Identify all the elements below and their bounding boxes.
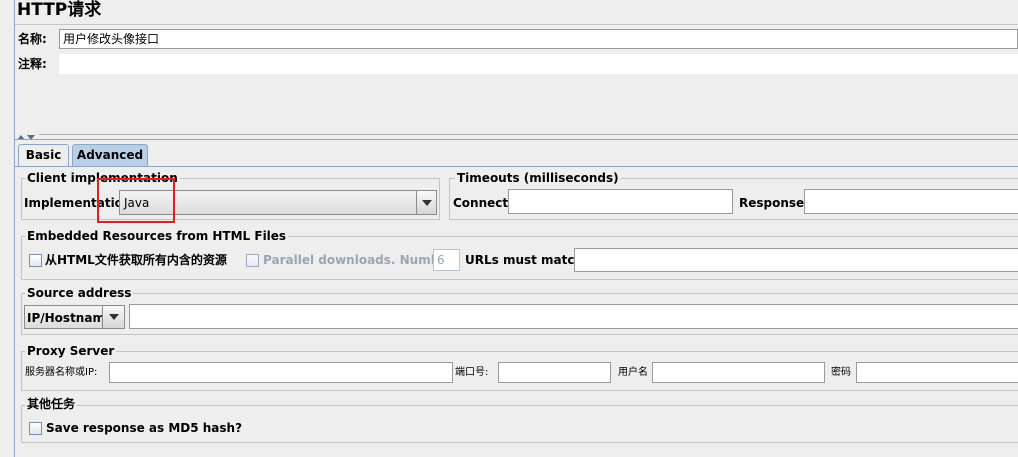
proxy-password-field[interactable] [856, 362, 1018, 383]
md5-hash-label: Save response as MD5 hash? [46, 421, 243, 435]
source-address-field[interactable] [129, 304, 1018, 329]
proxy-server-field[interactable] [109, 362, 453, 383]
retrieve-resources-label: 从HTML文件获取所有内含的资源 [45, 253, 227, 267]
name-label: 名称: [18, 32, 47, 46]
name-field[interactable]: 用户修改头像接口 [59, 29, 1018, 49]
highlight-box [97, 178, 175, 223]
urls-must-match-label: URLs must match: [465, 253, 588, 267]
tab-advanced[interactable]: Advanced [72, 144, 148, 167]
chevron-down-icon [422, 200, 432, 206]
source-type-select[interactable]: IP/Hostname [24, 305, 125, 329]
tab-basic[interactable]: Basic [18, 144, 69, 166]
proxy-server-label: 服务器名称或IP: [25, 367, 98, 378]
connect-label: Connect: [453, 196, 513, 210]
tab-content-border [15, 166, 1018, 167]
source-type-dropdown-button[interactable] [102, 306, 124, 328]
other-tasks-legend: 其他任务 [25, 397, 78, 411]
name-field-value: 用户修改头像接口 [63, 32, 160, 46]
splitter-bar[interactable] [39, 134, 1018, 135]
comment-field[interactable] [59, 54, 1018, 74]
proxy-password-label: 密码 [831, 367, 851, 378]
chevron-down-icon [109, 314, 119, 320]
response-field[interactable] [804, 189, 1018, 214]
comment-label: 注释: [18, 57, 47, 71]
implementation-dropdown-button[interactable] [416, 191, 436, 214]
source-type-value: IP/Hostname [27, 311, 114, 325]
embedded-legend: Embedded Resources from HTML Files [25, 229, 289, 243]
page-title: HTTP请求 [17, 0, 102, 20]
proxy-username-field[interactable] [652, 362, 825, 383]
splitter-bar-lower [15, 139, 1018, 140]
left-border [14, 0, 15, 457]
proxy-port-field[interactable] [498, 362, 611, 383]
parallel-downloads-label: Parallel downloads. Number: [263, 253, 459, 267]
urls-must-match-field[interactable] [574, 248, 1018, 272]
proxy-legend: Proxy Server [25, 344, 117, 358]
response-label: Response: [739, 196, 809, 210]
title-divider [15, 24, 1018, 25]
retrieve-resources-checkbox[interactable] [29, 254, 42, 267]
timeouts-legend: Timeouts (milliseconds) [455, 171, 621, 185]
source-legend: Source address [25, 286, 134, 300]
splitter-arrows[interactable] [17, 130, 39, 140]
parallel-number-field[interactable]: 6 [433, 249, 460, 271]
parallel-downloads-checkbox[interactable] [246, 254, 259, 267]
proxy-port-label: 端口号: [455, 367, 489, 378]
connect-field[interactable] [508, 189, 733, 214]
md5-hash-checkbox[interactable] [29, 422, 42, 435]
parallel-number-value: 6 [437, 253, 445, 267]
proxy-username-label: 用户名 [618, 367, 648, 378]
